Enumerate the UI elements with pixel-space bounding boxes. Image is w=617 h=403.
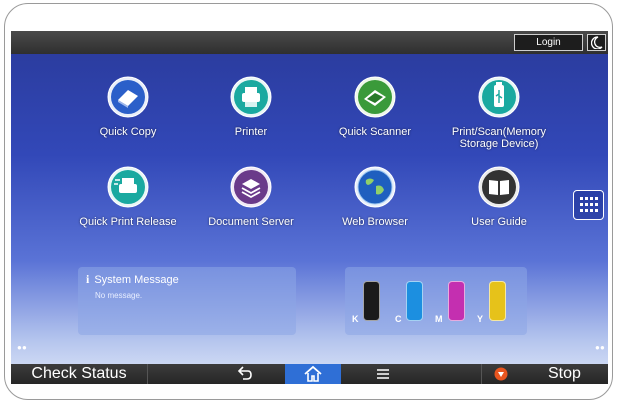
check-status-button[interactable]: Check Status	[11, 364, 148, 384]
scanner-icon	[354, 76, 396, 118]
printer-icon	[230, 76, 272, 118]
app-printer[interactable]: Printer	[196, 76, 306, 138]
copy-icon	[107, 76, 149, 118]
login-button[interactable]: Login	[514, 34, 583, 51]
app-document-server[interactable]: Document Server	[196, 166, 306, 228]
back-arrow-icon	[237, 366, 252, 380]
toner-label: K	[352, 314, 359, 324]
app-label: User Guide	[471, 216, 527, 228]
document-server-icon	[230, 166, 272, 208]
page-indicator-left: ● ●	[17, 343, 27, 352]
grid-icon	[580, 197, 598, 212]
app-label: Quick Copy	[99, 126, 157, 138]
app-print-scan-memory[interactable]: Print/Scan(Memory Storage Device)	[444, 76, 554, 150]
app-quick-copy[interactable]: Quick Copy	[73, 76, 183, 138]
toner-label: Y	[477, 314, 484, 324]
app-user-guide[interactable]: User Guide	[444, 166, 554, 228]
page-indicator-right: ● ●	[595, 343, 605, 352]
app-quick-print-release[interactable]: Quick Print Release	[73, 166, 183, 228]
system-message-widget[interactable]: i System Message No message.	[78, 267, 296, 335]
app-label: Web Browser	[342, 216, 408, 228]
book-icon	[478, 166, 520, 208]
info-icon: i	[86, 272, 90, 286]
home-button[interactable]	[285, 364, 341, 384]
stop-icon	[494, 367, 508, 381]
toner-cartridge-c	[406, 281, 423, 321]
stop-label: Stop	[548, 365, 581, 382]
home-screen: Login Quick Copy Printer Quick Scanner P…	[11, 31, 608, 384]
app-label: Quick Print Release	[79, 216, 177, 228]
print-release-icon	[107, 166, 149, 208]
globe-icon	[354, 166, 396, 208]
system-message-title: i System Message	[86, 272, 179, 286]
toner-cartridge-y	[489, 281, 506, 321]
all-apps-button[interactable]	[573, 190, 604, 220]
usb-icon	[478, 76, 520, 118]
app-label: Print/Scan(Memory Storage Device)	[451, 126, 547, 150]
app-quick-scanner[interactable]: Quick Scanner	[320, 76, 430, 138]
app-label: Document Server	[208, 216, 294, 228]
top-bar: Login	[11, 31, 608, 54]
bottom-bar: Check Status Stop	[11, 364, 608, 384]
menu-button[interactable]	[353, 364, 413, 384]
back-button[interactable]	[213, 364, 275, 384]
app-label: Printer	[234, 126, 268, 138]
toner-label: C	[395, 314, 402, 324]
menu-icon	[377, 369, 389, 379]
control-panel-frame: Login Quick Copy Printer Quick Scanner P…	[4, 3, 613, 400]
home-icon	[304, 365, 322, 382]
moon-icon	[591, 36, 603, 49]
app-label: Quick Scanner	[338, 126, 412, 138]
toner-cartridge-m	[448, 281, 465, 321]
app-web-browser[interactable]: Web Browser	[320, 166, 430, 228]
stop-button[interactable]: Stop	[481, 364, 608, 384]
toner-cartridge-k	[363, 281, 380, 321]
night-mode-button[interactable]	[587, 34, 606, 51]
toner-level-widget[interactable]: K C M Y	[345, 267, 527, 335]
system-message-body: No message.	[95, 291, 143, 300]
toner-label: M	[435, 314, 443, 324]
